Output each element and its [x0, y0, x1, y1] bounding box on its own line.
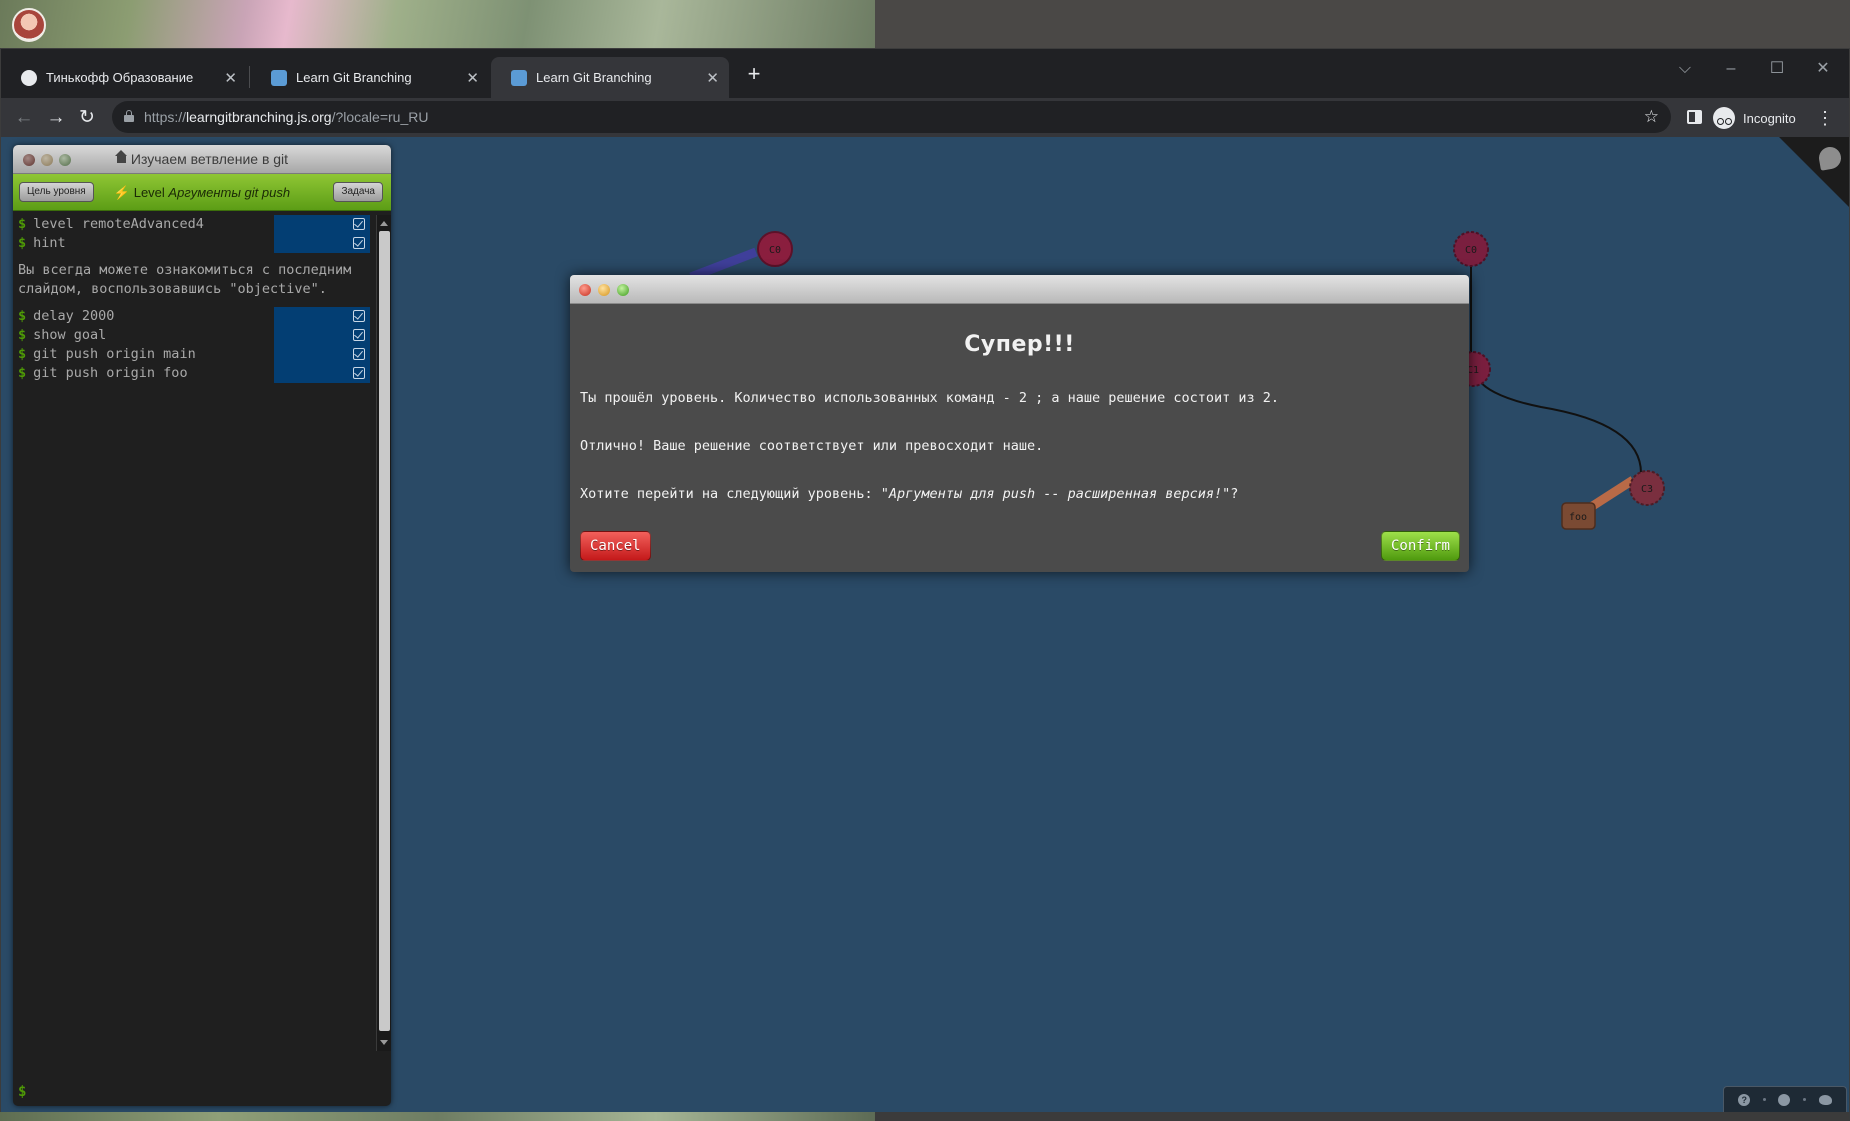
address-bar[interactable]: https://learngitbranching.js.org/?locale… — [112, 101, 1671, 133]
branch-label-foo[interactable]: foo — [1561, 502, 1596, 530]
tab-tinkoff[interactable]: Тинькофф Образование ✕ — [1, 57, 247, 98]
command-line: $ show goal — [13, 326, 376, 345]
terminal-panel: Изучаем ветвление в git Цель уровня ⚡ Le… — [13, 145, 391, 1106]
scroll-thumb[interactable] — [379, 231, 390, 1031]
git-favicon-icon — [271, 69, 287, 86]
incognito-icon — [1713, 107, 1735, 129]
home-icon — [114, 150, 127, 165]
tab-close-icon[interactable]: ✕ — [466, 69, 479, 87]
scroll-down-icon[interactable] — [380, 1040, 388, 1045]
tab-search-icon[interactable]: ⌵ — [1665, 55, 1705, 83]
wallpaper — [0, 0, 875, 48]
git-favicon-icon — [511, 69, 527, 86]
close-window-button[interactable]: ✕ — [1803, 55, 1843, 83]
check-icon — [353, 237, 365, 249]
terminal-scrollbar[interactable] — [376, 215, 391, 1051]
check-icon — [353, 329, 365, 341]
git-logo-icon — [1817, 145, 1843, 171]
level-complete-dialog: Супер!!! Ты прошёл уровень. Количество и… — [570, 275, 1469, 572]
separator-dot — [1762, 1098, 1766, 1101]
browser-toolbar: ← → ↻ https://learngitbranching.js.org/?… — [1, 98, 1849, 137]
close-dot-icon[interactable] — [579, 284, 591, 296]
minimize-dot-icon[interactable] — [598, 284, 610, 296]
tab-learn-git-active[interactable]: Learn Git Branching ✕ — [491, 57, 729, 98]
user-avatar[interactable] — [12, 8, 46, 42]
page-content: C0 C0 C1 C3 foo Изучаем ветвление в git … — [1, 137, 1849, 1112]
terminal-titlebar: Изучаем ветвление в git — [13, 145, 391, 174]
tinkoff-favicon-icon — [21, 69, 37, 86]
command-line: $ git push origin main — [13, 345, 376, 364]
browser-window: Тинькофф Образование ✕ Learn Git Branchi… — [0, 48, 1850, 1112]
objective-button[interactable]: Задача — [333, 182, 383, 202]
scroll-up-icon[interactable] — [380, 221, 388, 226]
globe-icon[interactable] — [1778, 1093, 1791, 1106]
level-toolbar: Цель уровня ⚡ Level Аргументы git push З… — [13, 174, 391, 211]
svg-text:C0: C0 — [1465, 245, 1477, 256]
wallpaper-bottom — [0, 1112, 875, 1121]
bookmark-star-icon[interactable]: ☆ — [1644, 101, 1659, 133]
forward-button[interactable]: → — [41, 103, 71, 133]
browser-menu-icon[interactable]: ⋮ — [1815, 103, 1835, 133]
minimize-button[interactable]: – — [1711, 55, 1751, 83]
maximize-button[interactable]: ☐ — [1757, 55, 1797, 83]
confirm-button[interactable]: Confirm — [1380, 531, 1460, 561]
footer-links: ? — [1723, 1086, 1847, 1112]
reload-button[interactable]: ↻ — [72, 103, 102, 133]
command-history: $ level remoteAdvanced4 $ hint Вы всегда м… — [13, 215, 376, 1041]
svg-text:C3: C3 — [1641, 484, 1653, 495]
command-line: $ hint — [13, 234, 376, 253]
tab-title: Learn Git Branching — [296, 70, 412, 85]
command-status — [274, 234, 370, 253]
cancel-button[interactable]: Cancel — [580, 531, 651, 561]
maximize-dot-icon[interactable] — [617, 284, 629, 296]
new-tab-button[interactable]: + — [740, 60, 768, 88]
command-line: $ git push origin foo — [13, 364, 376, 383]
lock-icon[interactable] — [124, 110, 134, 122]
command-status — [274, 215, 370, 234]
separator-dot — [1803, 1098, 1807, 1101]
tab-learn-git-1[interactable]: Learn Git Branching ✕ — [251, 57, 489, 98]
dialog-praise-text: Отлично! Ваше решение соответствует или … — [580, 438, 1044, 454]
dialog-titlebar — [570, 275, 1469, 304]
check-icon — [353, 367, 365, 379]
graph-edge — [1474, 372, 1642, 474]
terminal-title: Изучаем ветвление в git — [13, 145, 391, 174]
desktop-background — [0, 0, 1850, 48]
help-icon[interactable]: ? — [1738, 1093, 1751, 1106]
branch-arrow — [689, 247, 758, 282]
dialog-next-level-text: Хотите перейти на следующий уровень: "Ар… — [580, 486, 1239, 502]
dialog-body: Супер!!! Ты прошёл уровень. Количество и… — [570, 332, 1469, 502]
command-status — [274, 364, 370, 383]
dialog-result-text: Ты прошёл уровень. Количество использова… — [580, 390, 1279, 406]
command-status — [274, 307, 370, 326]
dialog-heading: Супер!!! — [964, 332, 1075, 357]
hint-output: Вы всегда можете ознакомиться с последни… — [18, 262, 352, 297]
check-icon — [353, 348, 365, 360]
twitter-icon[interactable] — [1818, 1094, 1832, 1105]
incognito-indicator[interactable]: Incognito — [1713, 105, 1796, 131]
commit-node[interactable]: C0 — [757, 231, 793, 267]
svg-text:C0: C0 — [769, 245, 781, 256]
tab-title: Тинькофф Образование — [46, 70, 194, 85]
tab-close-icon[interactable]: ✕ — [706, 69, 719, 87]
commit-node[interactable]: C3 — [1629, 470, 1665, 506]
terminal-input-prompt[interactable]: $ — [18, 1084, 26, 1100]
tab-title: Learn Git Branching — [536, 70, 652, 85]
command-line: $ level remoteAdvanced4 — [13, 215, 376, 234]
command-status — [274, 345, 370, 364]
tab-separator — [249, 66, 250, 88]
svg-text:foo: foo — [1569, 512, 1587, 523]
tab-strip: Тинькофф Образование ✕ Learn Git Branchi… — [1, 49, 1849, 98]
command-line: $ delay 2000 — [13, 307, 376, 326]
incognito-label: Incognito — [1743, 110, 1796, 126]
check-icon — [353, 218, 365, 230]
commit-node[interactable]: C0 — [1453, 231, 1489, 267]
branch-arrow — [1588, 476, 1636, 511]
back-button[interactable]: ← — [9, 103, 39, 133]
command-status — [274, 326, 370, 345]
check-icon — [353, 310, 365, 322]
tab-close-icon[interactable]: ✕ — [224, 69, 237, 87]
url-text[interactable]: https://learngitbranching.js.org/?locale… — [144, 101, 428, 133]
side-panel-icon[interactable] — [1687, 110, 1702, 124]
